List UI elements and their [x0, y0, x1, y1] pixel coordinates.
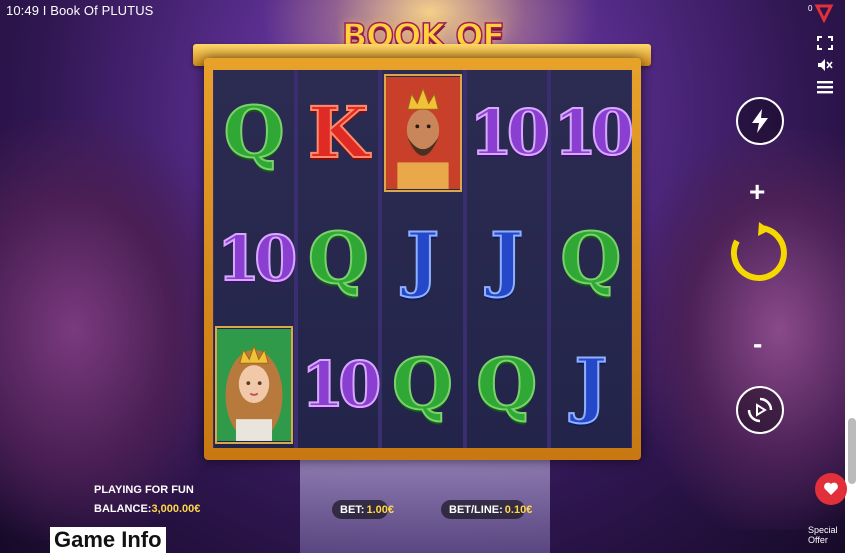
corner-counter: 0: [808, 4, 813, 13]
playing-for-fun-label: PLAYING FOR FUN: [94, 484, 194, 496]
mute-icon[interactable]: [817, 58, 833, 72]
bet-value: 1.00€: [366, 503, 394, 516]
queen-portrait-icon: [215, 326, 294, 444]
symbol-cell: 10: [551, 70, 635, 196]
symbol-10: 10: [300, 348, 382, 421]
symbol-j: J: [489, 217, 524, 300]
spin-button[interactable]: [728, 222, 790, 284]
symbol-cell: 10: [214, 196, 298, 322]
bet-line-display: BET/LINE: 0.10€: [441, 500, 532, 519]
symbol-q: Q: [559, 217, 622, 300]
symbol-cell: Q: [382, 322, 462, 448]
special-offer-label: Special Offer: [808, 525, 838, 545]
symbol-cell: 10: [467, 70, 551, 196]
bet-increase-button[interactable]: +: [749, 176, 765, 208]
reel-4: 10 J Q: [466, 70, 551, 448]
symbol-10: 10: [469, 96, 551, 169]
menu-icon[interactable]: [817, 80, 833, 94]
trees-left: [0, 120, 230, 540]
king-portrait-icon: [383, 74, 462, 192]
reels-grid: Q 10 K Q 10 J Q 10 J Q 10 Q J: [213, 70, 635, 448]
game-scene: 10:49 I Book Of PLUTUS BOOK OF PLUTUS Q …: [0, 0, 845, 553]
symbol-k: K: [307, 91, 370, 174]
fullscreen-icon[interactable]: [817, 36, 833, 50]
symbol-q: Q: [307, 217, 370, 300]
bet-line-label: BET/LINE:: [449, 503, 503, 516]
symbol-cell: J: [467, 196, 547, 322]
trees-right: [635, 130, 845, 530]
provider-logo-icon: [814, 4, 834, 23]
symbol-10: 10: [553, 96, 635, 169]
reel-1: Q 10: [214, 70, 298, 448]
balance-display: BALANCE:3,000.00€: [94, 503, 200, 515]
autoplay-icon: [747, 397, 773, 423]
symbol-q: Q: [223, 91, 286, 174]
status-bar: 10:49 I Book Of PLUTUS: [6, 3, 153, 18]
game-title: I Book Of PLUTUS: [42, 3, 154, 18]
symbol-cell: Q: [467, 322, 547, 448]
reel-2: K Q 10: [298, 70, 382, 448]
symbol-q: Q: [391, 343, 454, 426]
balance-value: 3,000.00€: [151, 503, 201, 515]
bet-decrease-button[interactable]: -: [753, 328, 762, 360]
heart-icon: [824, 482, 838, 495]
reel-5: 10 Q J: [550, 70, 635, 448]
balance-label: BALANCE:: [94, 503, 152, 515]
symbol-cell: Q: [551, 196, 631, 322]
game-info-heading: Game Info: [50, 527, 166, 553]
symbol-cell: [214, 322, 294, 448]
lightning-icon: [752, 109, 768, 133]
symbol-cell: Q: [298, 196, 378, 322]
bet-line-value: 0.10€: [504, 503, 533, 516]
symbol-cell: [382, 70, 462, 196]
reel-3: J Q: [382, 70, 463, 448]
symbol-j: J: [405, 217, 440, 300]
symbol-cell: K: [298, 70, 378, 196]
clock: 10:49: [6, 3, 40, 18]
symbol-cell: Q: [214, 70, 294, 196]
symbol-10: 10: [216, 222, 298, 295]
symbol-j: J: [573, 343, 608, 426]
symbol-cell: J: [382, 196, 462, 322]
bet-display: BET: 1.00€: [332, 500, 394, 519]
scrollbar-thumb[interactable]: [848, 418, 856, 484]
turbo-button[interactable]: [736, 97, 784, 145]
symbol-cell: J: [551, 322, 631, 448]
symbol-q: Q: [475, 343, 538, 426]
autoplay-button[interactable]: [736, 386, 784, 434]
symbol-cell: 10: [298, 322, 382, 448]
bet-label: BET:: [340, 503, 365, 516]
top-right-icons: [817, 36, 833, 94]
special-offer-button[interactable]: [815, 473, 847, 505]
